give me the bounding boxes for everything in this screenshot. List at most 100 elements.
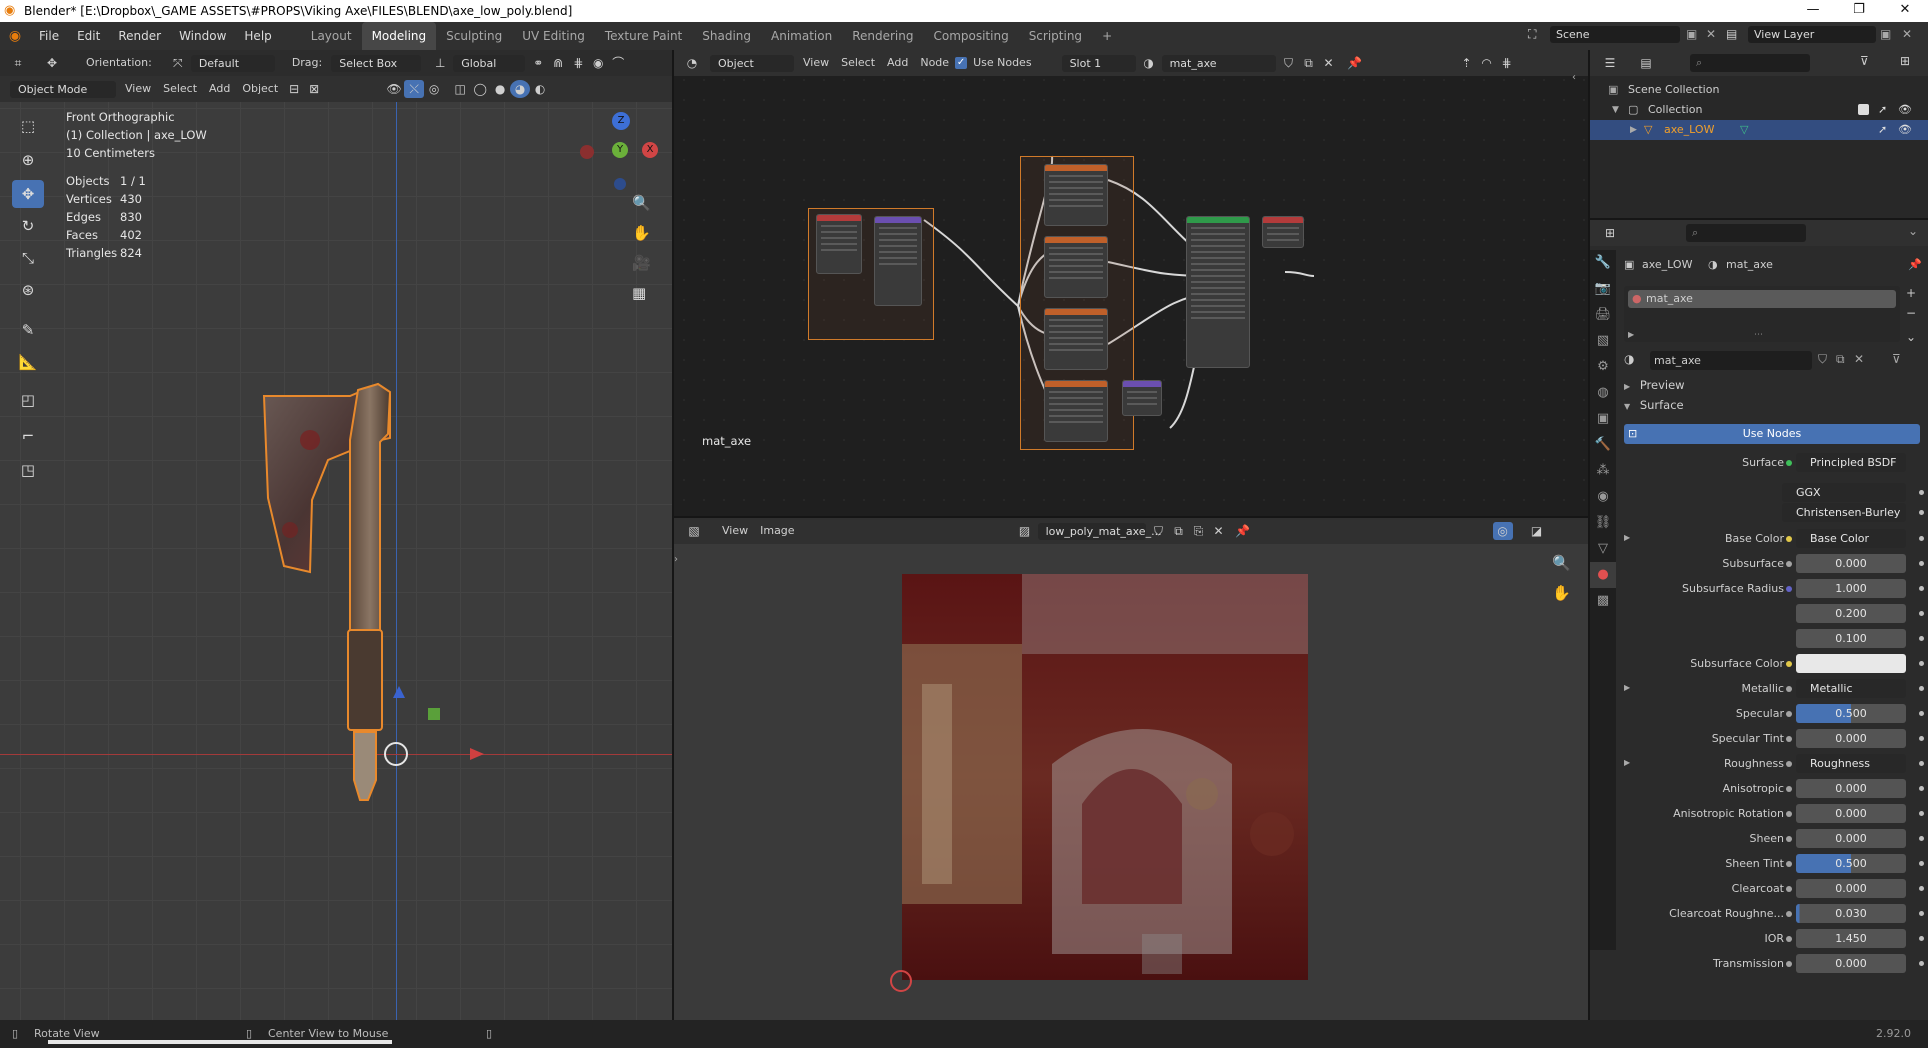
keyframe-dot-icon[interactable] bbox=[1919, 536, 1924, 541]
link-type-icon[interactable]: ⊽ bbox=[1892, 352, 1901, 366]
material-preview-shading-icon[interactable]: ◕ bbox=[510, 80, 531, 98]
input-socket-icon[interactable] bbox=[1786, 911, 1792, 917]
orientation-dropdown[interactable]: Default bbox=[190, 54, 275, 72]
transform-gizmo-icon[interactable]: ✥ bbox=[42, 54, 62, 72]
material-name-field[interactable]: mat_axe bbox=[1161, 54, 1276, 72]
subsurface-method-dropdown[interactable]: Christensen-Burley bbox=[1782, 503, 1906, 522]
maximize-button[interactable]: ❐ bbox=[1836, 2, 1882, 20]
extrude-tool[interactable]: ⌐ bbox=[12, 422, 44, 450]
x-arrow-icon[interactable] bbox=[470, 748, 484, 760]
property-value-field[interactable]: 1.450 bbox=[1796, 929, 1906, 948]
modifier-tab-icon[interactable]: 🔨 bbox=[1590, 432, 1616, 458]
keyframe-dot-icon[interactable] bbox=[1919, 811, 1924, 816]
selectable-icon[interactable]: ➚ bbox=[1878, 100, 1887, 120]
keyframe-dot-icon[interactable] bbox=[1919, 510, 1924, 515]
gizmo-neg-z-icon[interactable] bbox=[614, 178, 626, 190]
keyframe-dot-icon[interactable] bbox=[1919, 611, 1924, 616]
input-socket-icon[interactable] bbox=[1786, 761, 1792, 767]
menu-help[interactable]: Help bbox=[235, 22, 280, 50]
expand-input-icon[interactable]: ▶ bbox=[1624, 758, 1630, 767]
view-layer-selector[interactable]: View Layer bbox=[1748, 26, 1876, 43]
outliner[interactable]: ☰ ▤ ⌕ ⊽ ⊞ ▣ Scene Collection ▼ ▢ Collect… bbox=[1590, 50, 1928, 218]
keyframe-dot-icon[interactable] bbox=[1919, 861, 1924, 866]
property-value-field[interactable]: 0.000 bbox=[1796, 729, 1906, 748]
keyframe-dot-icon[interactable] bbox=[1919, 836, 1924, 841]
material-browse-icon[interactable]: ◑ bbox=[1624, 352, 1634, 366]
physics-tab-icon[interactable]: ◉ bbox=[1590, 484, 1616, 510]
node-editor-type-icon[interactable]: ◔ bbox=[682, 54, 702, 72]
gizmo-z-icon[interactable]: Z bbox=[612, 112, 630, 130]
image-fake-user-icon[interactable]: ⛉ bbox=[1149, 522, 1169, 540]
properties-search-input[interactable]: ⌕ bbox=[1686, 224, 1806, 242]
collapse-arrow-icon[interactable]: ▶ bbox=[1630, 120, 1637, 140]
input-socket-icon[interactable] bbox=[1786, 736, 1792, 742]
transform-tool[interactable]: ⊛ bbox=[12, 276, 44, 304]
rotate-tool[interactable]: ↻ bbox=[12, 212, 44, 240]
tab-animation[interactable]: Animation bbox=[761, 22, 842, 50]
object-tab-icon[interactable]: ▣ bbox=[1590, 406, 1616, 432]
property-value-field[interactable]: 0.100 bbox=[1796, 629, 1906, 648]
surface-shader-field[interactable]: Principled BSDF bbox=[1796, 453, 1906, 472]
image-editor[interactable]: ▧ View Image ▨ low_poly_mat_axe_... ⛉ ⧉ … bbox=[674, 518, 1588, 1020]
scale-tool[interactable]: ⤡ bbox=[12, 244, 44, 272]
menu-file[interactable]: File bbox=[30, 22, 68, 50]
texture-coordinate-node[interactable] bbox=[816, 214, 862, 274]
exclude-checkbox[interactable] bbox=[1858, 104, 1869, 115]
property-value-field[interactable]: 0.000 bbox=[1796, 804, 1906, 823]
options-chevron-icon[interactable]: ⌄ bbox=[1908, 224, 1918, 238]
tab-layout[interactable]: Layout bbox=[301, 22, 362, 50]
property-value-field[interactable]: 0.200 bbox=[1796, 604, 1906, 623]
keyframe-dot-icon[interactable] bbox=[1919, 661, 1924, 666]
delete-view-layer-icon[interactable]: ✕ bbox=[1902, 27, 1912, 41]
input-socket-icon[interactable] bbox=[1786, 936, 1792, 942]
constraints-tab-icon[interactable]: ⛓ bbox=[1590, 510, 1616, 536]
xz-plane-handle-icon[interactable] bbox=[428, 708, 440, 720]
input-socket-icon[interactable] bbox=[1786, 811, 1792, 817]
image-editor-type-icon[interactable]: ▧ bbox=[684, 522, 704, 540]
tab-compositing[interactable]: Compositing bbox=[923, 22, 1018, 50]
data-tab-icon[interactable]: ▽ bbox=[1590, 536, 1616, 562]
delete-scene-icon[interactable]: ✕ bbox=[1706, 27, 1716, 41]
display-mode-icon[interactable]: ▤ bbox=[1636, 54, 1656, 72]
property-value-field[interactable]: 0.000 bbox=[1796, 829, 1906, 848]
input-socket-icon[interactable] bbox=[1786, 661, 1792, 667]
snap-node-icon[interactable]: ⋕ bbox=[1497, 54, 1517, 72]
keyframe-dot-icon[interactable] bbox=[1919, 586, 1924, 591]
tab-scripting[interactable]: Scripting bbox=[1019, 22, 1092, 50]
falloff-icon[interactable]: ⌒ bbox=[608, 54, 628, 72]
keyframe-dot-icon[interactable] bbox=[1919, 561, 1924, 566]
drag-dropdown[interactable]: Select Box bbox=[331, 54, 422, 72]
editor-type-icon[interactable]: ⌗ bbox=[8, 54, 28, 72]
new-material-icon[interactable]: ⧉ bbox=[1299, 54, 1319, 72]
viewport-menu-add[interactable]: Add bbox=[203, 76, 236, 102]
visibility-eye-icon[interactable]: 👁 bbox=[1898, 120, 1912, 140]
pin-icon[interactable]: 📌 bbox=[1908, 258, 1922, 271]
proportional-mode-icon[interactable]: ⊠ bbox=[304, 80, 324, 98]
expand-input-icon[interactable]: ▶ bbox=[1624, 533, 1630, 542]
3d-viewport[interactable]: ⌗ ✥ Orientation: ⤧ Default Drag: Select … bbox=[0, 50, 672, 1020]
input-socket-icon[interactable] bbox=[1786, 836, 1792, 842]
expand-input-icon[interactable]: ▶ bbox=[1624, 683, 1630, 692]
image-pan-hand-icon[interactable]: ✋ bbox=[1552, 584, 1571, 602]
gizmo-toggle-icon[interactable]: ⤬ bbox=[404, 80, 425, 98]
shader-type-dropdown[interactable]: Object bbox=[710, 54, 794, 72]
input-socket-icon[interactable] bbox=[1786, 886, 1792, 892]
property-value-field[interactable]: 0.030 bbox=[1796, 904, 1906, 923]
input-socket-icon[interactable] bbox=[1786, 861, 1792, 867]
property-value-field[interactable]: 0.000 bbox=[1796, 779, 1906, 798]
z-arrow-icon[interactable] bbox=[393, 686, 405, 698]
preview-panel-header[interactable]: ▶ Preview bbox=[1624, 378, 1924, 398]
tool-tab-icon[interactable]: 🔧 bbox=[1590, 250, 1616, 276]
tab-texture-paint[interactable]: Texture Paint bbox=[595, 22, 692, 50]
material-name-field[interactable]: mat_axe bbox=[1650, 351, 1812, 370]
open-image-icon[interactable]: ⎘ bbox=[1189, 522, 1209, 540]
tab-rendering[interactable]: Rendering bbox=[842, 22, 923, 50]
unlink-material-icon[interactable]: ✕ bbox=[1319, 54, 1339, 72]
distribution-dropdown[interactable]: GGX bbox=[1782, 483, 1906, 502]
new-image-icon[interactable]: ⧉ bbox=[1169, 522, 1189, 540]
keyframe-dot-icon[interactable] bbox=[1919, 936, 1924, 941]
outliner-search-input[interactable]: ⌕ bbox=[1690, 54, 1810, 72]
solid-shading-icon[interactable]: ● bbox=[490, 80, 510, 98]
property-value-field[interactable]: Roughness bbox=[1796, 754, 1906, 773]
input-socket-icon[interactable] bbox=[1786, 561, 1792, 567]
